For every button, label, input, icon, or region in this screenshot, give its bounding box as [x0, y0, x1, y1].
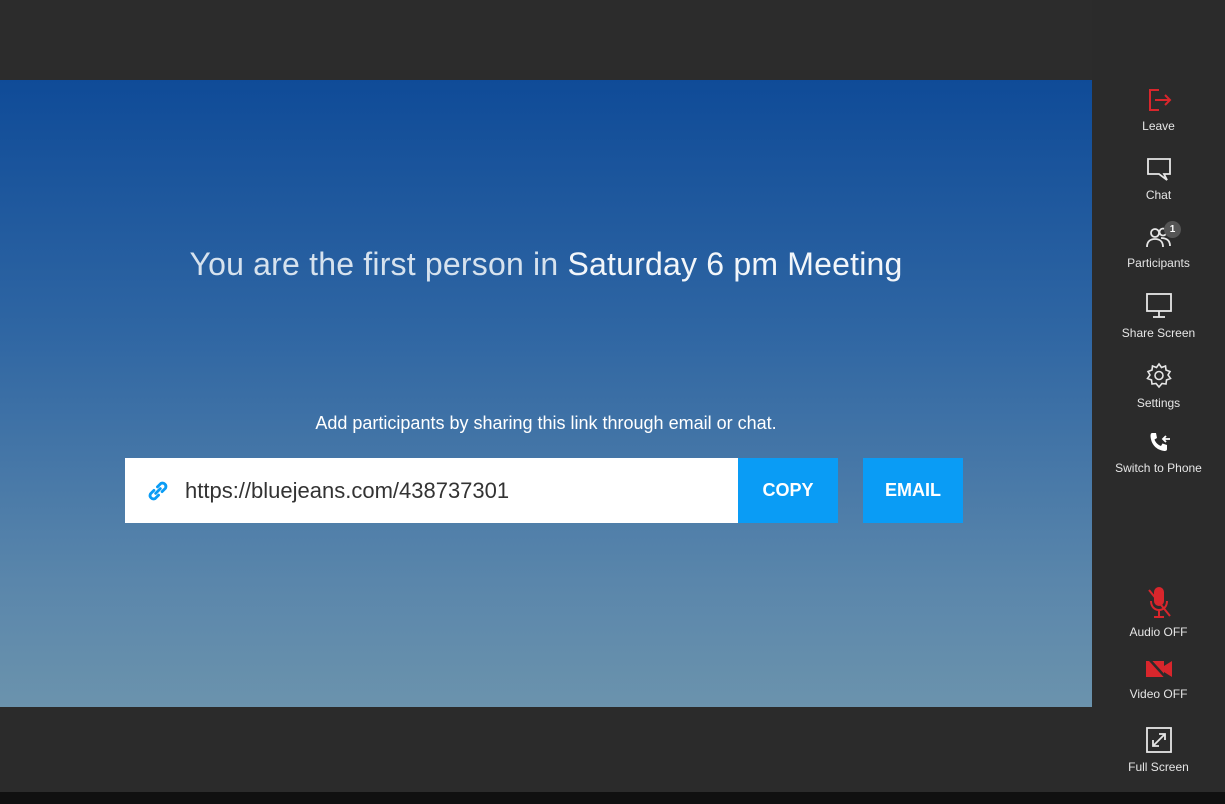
controls-sidebar: Leave Chat 1 Participants Share Screen S…: [1092, 0, 1225, 792]
settings-button[interactable]: Settings: [1092, 361, 1225, 410]
audio-toggle-button[interactable]: Audio OFF: [1092, 586, 1225, 639]
share-instructions: Add participants by sharing this link th…: [315, 413, 777, 433]
phone-icon: [1092, 430, 1225, 459]
leave-icon: [1092, 86, 1225, 117]
video-toggle-button[interactable]: Video OFF: [1092, 656, 1225, 701]
participants-button[interactable]: 1 Participants: [1092, 221, 1225, 270]
chat-label: Chat: [1145, 188, 1172, 202]
headline-prefix: You are the first person in: [189, 246, 568, 282]
chat-icon: [1092, 155, 1225, 186]
mic-off-icon: [1092, 586, 1225, 623]
link-icon: [143, 476, 173, 506]
participants-icon: [1092, 223, 1225, 254]
participants-count-badge: 1: [1164, 221, 1181, 238]
fullscreen-icon: [1092, 725, 1225, 758]
participants-label: Participants: [1127, 256, 1190, 270]
full-screen-button[interactable]: Full Screen: [1092, 725, 1225, 774]
meeting-headline: You are the first person in Saturday 6 p…: [0, 246, 1092, 283]
settings-icon: [1092, 361, 1225, 394]
copy-button[interactable]: COPY: [738, 458, 838, 523]
meeting-link-text: https://bluejeans.com/438737301: [185, 477, 510, 503]
switch-to-phone-button[interactable]: Switch to Phone: [1092, 430, 1225, 475]
window-bottom-edge: [0, 792, 1225, 804]
leave-button[interactable]: Leave: [1092, 86, 1225, 133]
switch-to-phone-label: Switch to Phone: [1115, 461, 1202, 475]
email-button[interactable]: EMAIL: [863, 458, 963, 523]
settings-label: Settings: [1136, 396, 1181, 410]
video-off-icon: [1092, 656, 1225, 685]
meeting-stage: You are the first person in Saturday 6 p…: [0, 80, 1092, 707]
meeting-link-field[interactable]: https://bluejeans.com/438737301: [125, 458, 739, 523]
top-bar: [0, 0, 1092, 80]
audio-label: Audio OFF: [1129, 625, 1188, 639]
share-screen-icon: [1092, 291, 1225, 324]
bottom-bar: [0, 707, 1092, 792]
share-screen-button[interactable]: Share Screen: [1092, 291, 1225, 340]
full-screen-label: Full Screen: [1128, 760, 1189, 774]
meeting-name: Saturday 6 pm Meeting: [567, 246, 903, 282]
chat-button[interactable]: Chat: [1092, 155, 1225, 202]
leave-label: Leave: [1142, 119, 1175, 133]
share-screen-label: Share Screen: [1121, 326, 1196, 340]
video-label: Video OFF: [1129, 687, 1188, 701]
